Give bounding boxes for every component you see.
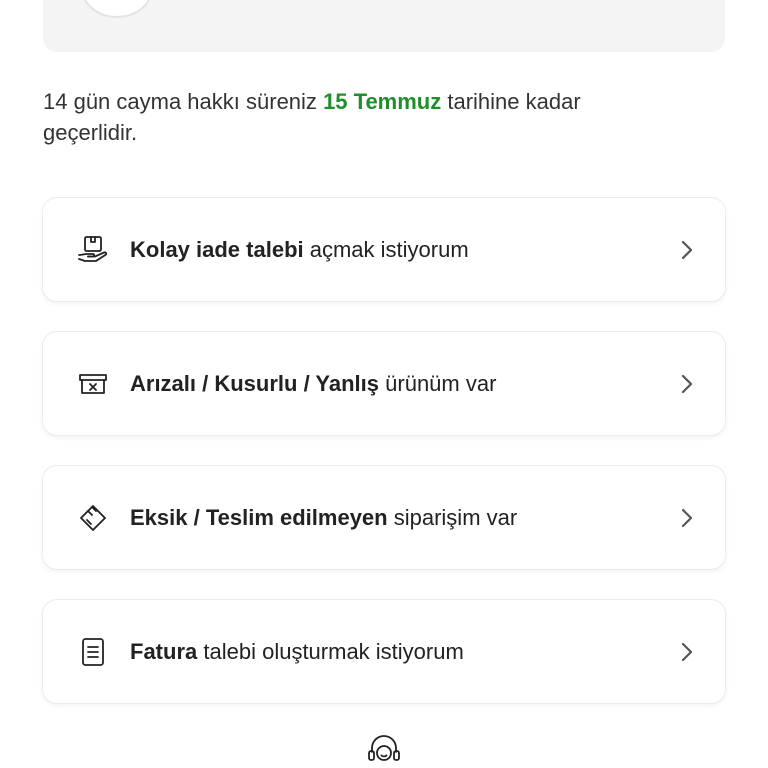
defective-product-label: Arızalı / Kusurlu / Yanlış ürünüm var — [130, 371, 496, 397]
missing-order-option[interactable]: Eksik / Teslim edilmeyen siparişim var — [43, 466, 725, 569]
invoice-request-label-bold: Fatura — [130, 638, 198, 664]
easy-return-label-rest: açmak istiyorum — [309, 236, 469, 262]
chevron-right-icon — [681, 240, 693, 259]
chevron-right-icon — [681, 642, 693, 661]
withdrawal-info-text: 14 gün cayma hakkı süreniz 15 Temmuz tar… — [43, 86, 643, 148]
easy-return-label-bold: Kolay iade talebi — [130, 236, 304, 262]
easy-return-label: Kolay iade talebi açmak istiyorum — [130, 237, 469, 263]
chevron-right-icon — [681, 374, 693, 393]
page: 14 gün cayma hakkı süreniz 15 Temmuz tar… — [0, 0, 768, 768]
missing-order-label: Eksik / Teslim edilmeyen siparişim var — [130, 505, 517, 531]
chevron-right-icon — [681, 508, 693, 527]
invoice-request-label: Fatura talebi oluşturmak istiyorum — [130, 639, 464, 665]
withdrawal-info-prefix: 14 gün cayma hakkı süreniz — [43, 89, 317, 114]
missing-order-label-rest: siparişim var — [393, 504, 518, 530]
invoice-request-label-rest: talebi oluşturmak istiyorum — [203, 638, 464, 664]
order-summary-card — [43, 0, 725, 52]
customer-support-icon[interactable] — [366, 734, 402, 768]
product-thumbnail — [81, 0, 153, 18]
invoice-request-option[interactable]: Fatura talebi oluşturmak istiyorum — [43, 600, 725, 703]
invoice-document-icon — [77, 636, 109, 668]
damaged-box-icon — [77, 368, 109, 400]
missing-package-icon — [77, 502, 109, 534]
withdrawal-deadline-date: 15 Temmuz — [323, 89, 442, 114]
defective-product-label-bold: Arızalı / Kusurlu / Yanlış — [130, 370, 380, 396]
defective-product-option[interactable]: Arızalı / Kusurlu / Yanlış ürünüm var — [43, 332, 725, 435]
easy-return-option[interactable]: Kolay iade talebi açmak istiyorum — [43, 198, 725, 301]
defective-product-label-rest: ürünüm var — [385, 370, 497, 396]
box-return-hand-icon — [77, 234, 109, 266]
missing-order-label-bold: Eksik / Teslim edilmeyen — [130, 504, 388, 530]
